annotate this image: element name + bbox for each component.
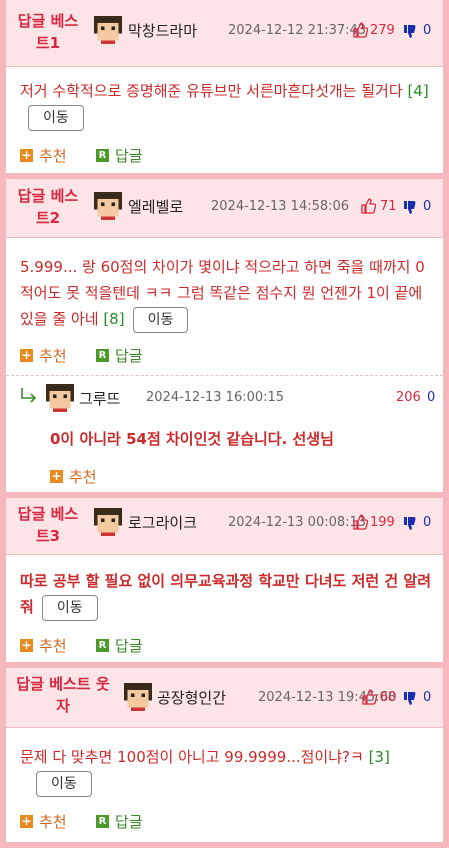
avatar [94, 508, 122, 536]
reply-button[interactable]: R 답글 [96, 635, 143, 656]
thumbs-up-icon[interactable] [352, 22, 368, 38]
reply-button[interactable]: R 답글 [96, 811, 143, 832]
downvote-count: 0 [423, 690, 432, 705]
comment-date: 2024-12-13 16:00:15 [146, 390, 285, 405]
reply-button[interactable]: R 답글 [96, 145, 143, 166]
avatar [94, 16, 122, 44]
comment-date: 2024-12-13 14:58:06 [211, 199, 350, 214]
divider [6, 375, 443, 376]
plus-icon: + [20, 148, 33, 162]
thumbs-down-icon[interactable] [403, 516, 417, 532]
r-icon: R [96, 639, 109, 652]
author-name[interactable]: 로그라이크 [128, 512, 197, 533]
plus-icon: + [20, 814, 33, 828]
reply-count: [8] [103, 310, 125, 328]
best-badge: 답글 베스트3 [17, 505, 79, 545]
upvote-count: 279 [370, 23, 395, 38]
r-icon: R [96, 349, 109, 362]
comment-body: 0이 아니라 54점 차이인것 같습니다. 선생님 [50, 430, 334, 448]
recommend-button[interactable]: + 추천 [50, 466, 97, 487]
move-button[interactable]: 이동 [41, 595, 98, 621]
comment-body: 5.999... 랑 60점의 차이가 몇이냐 적으라고 하면 죽을 때까지 0… [20, 254, 438, 333]
avatar [124, 683, 152, 711]
upvote-count: 71 [380, 199, 397, 214]
best-badge: 답글 베스트 웃자 [16, 675, 110, 715]
downvote-count: 0 [423, 515, 432, 530]
comment-date: 2024-12-12 21:37:43 [228, 23, 367, 38]
downvote-count: 0 [423, 23, 432, 38]
avatar [94, 192, 122, 220]
upvote-count: 199 [370, 515, 395, 530]
thumbs-up-icon[interactable] [352, 514, 368, 530]
downvote-count: 0 [427, 390, 436, 405]
r-icon: R [96, 149, 109, 162]
move-button[interactable]: 이동 [36, 771, 92, 797]
plus-icon: + [20, 348, 33, 362]
thumbs-up-icon[interactable] [360, 198, 376, 214]
recommend-button[interactable]: + 추천 [20, 345, 67, 366]
best-badge: 답글 베스트1 [17, 12, 79, 52]
author-name[interactable]: 그루뜨 [79, 388, 120, 409]
thumbs-up-icon[interactable] [361, 689, 377, 705]
reply-count: [3] [368, 748, 390, 766]
comment-date: 2024-12-13 00:08:13 [228, 515, 367, 530]
r-icon: R [96, 815, 109, 828]
reply-count: [4] [407, 82, 429, 100]
upvote-count: 206 [396, 390, 421, 405]
comment-body: 따로 공부 할 필요 없이 의무교육과정 학교만 다녀도 저런 건 알려줘 이동 [20, 568, 436, 621]
avatar [46, 384, 74, 412]
divider [6, 842, 443, 848]
downvote-count: 0 [423, 199, 432, 214]
plus-icon: + [20, 638, 33, 652]
plus-icon: + [50, 469, 63, 483]
reply-arrow-icon [21, 388, 37, 403]
recommend-button[interactable]: + 추천 [20, 811, 67, 832]
thumbs-down-icon[interactable] [403, 691, 417, 707]
move-button[interactable]: 이동 [28, 105, 84, 131]
author-name[interactable]: 공장형인간 [157, 687, 226, 708]
recommend-button[interactable]: + 추천 [20, 635, 67, 656]
reply-button[interactable]: R 답글 [96, 345, 143, 366]
move-button[interactable]: 이동 [132, 307, 189, 333]
recommend-button[interactable]: + 추천 [20, 145, 67, 166]
comment-body: 문제 다 맞추면 100점이 아니고 99.9999...점이냐?ㅋ [3] 이동 [20, 744, 436, 797]
best-badge: 답글 베스트2 [17, 187, 79, 227]
author-name[interactable]: 엘레벨로 [128, 196, 183, 217]
thumbs-down-icon[interactable] [403, 200, 417, 216]
comment-list: 답글 베스트1 막창드라마 2024-12-12 21:37:43 279 0 … [6, 0, 443, 848]
thumbs-down-icon[interactable] [403, 24, 417, 40]
upvote-count: 60 [380, 690, 397, 705]
author-name[interactable]: 막창드라마 [128, 20, 197, 41]
comment-body: 저거 수학적으로 증명해준 유튜브만 서른마흔다섯개는 될거다 [4]이동 [20, 78, 436, 131]
